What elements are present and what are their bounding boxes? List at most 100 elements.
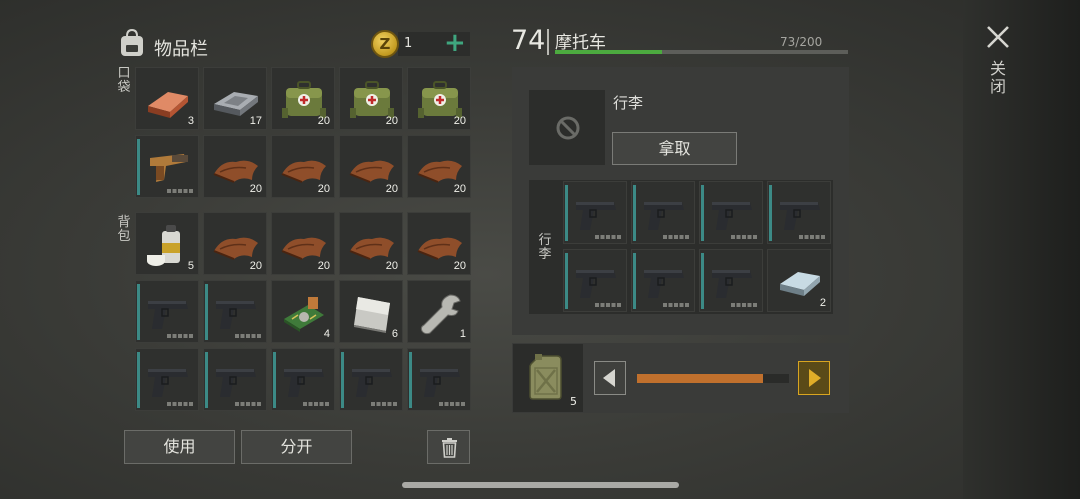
backpack-slot[interactable]: 20 [203,212,267,275]
wrench-icon [420,294,461,335]
iron-ingot-icon [780,272,820,296]
pistol-icon [216,369,256,397]
item-count: 4 [323,328,330,340]
fuel-slider-fill [637,374,764,383]
backpack-slot[interactable] [407,348,471,411]
spray-can-icon [147,225,180,266]
backpack-slot[interactable] [271,348,335,411]
trash-button[interactable] [427,430,470,464]
backpack-slot[interactable]: 20 [339,212,403,275]
pocket-slot[interactable] [135,135,199,198]
empty-slot[interactable] [529,90,605,165]
vehicle-capacity: 73/200 [780,35,823,49]
durability-bar [565,253,568,309]
pocket-slot[interactable]: 20 [339,67,403,130]
trunk-title: 行李 [613,94,644,112]
durability-bar [273,352,276,408]
arrow-left-icon [594,361,626,395]
add-coins-button[interactable]: + [444,30,466,56]
pocket-slot[interactable]: 20 [339,135,403,198]
backpack-slot[interactable] [135,348,199,411]
backpack-slot[interactable] [203,348,267,411]
pocket-slot[interactable]: 20 [203,135,267,198]
pistol-icon [148,369,188,397]
pocket-slot[interactable]: 20 [407,67,471,130]
item-count: 20 [453,115,466,127]
trunk-slot[interactable] [699,249,763,312]
trunk-slot[interactable] [631,181,695,244]
durability-bar [409,352,412,408]
pistol-icon [148,301,188,329]
backpack-slot[interactable]: 5 [135,212,199,275]
right-sidebar [963,0,1080,499]
item-count: 20 [249,183,262,195]
pistol-icon [644,270,684,298]
durability-bar [205,352,208,408]
inventory-title: 物品栏 [154,39,208,60]
capacity-bar [555,50,848,54]
home-indicator [402,482,679,488]
backpack-slot[interactable] [135,280,199,343]
item-count: 20 [385,115,398,127]
fuel-slider[interactable] [637,374,789,383]
close-label[interactable]: 关闭 [988,60,1008,96]
decrease-button[interactable] [594,361,626,395]
item-count: 2 [819,297,826,309]
trunk-slot[interactable] [563,249,627,312]
flare-gun-icon [150,154,188,182]
pistol-icon [712,270,752,298]
backpack-slot[interactable]: 20 [271,212,335,275]
durability-bar [137,284,140,340]
pistol-icon [576,202,616,230]
item-count: 20 [453,183,466,195]
pocket-slot[interactable]: 20 [271,135,335,198]
coin-count: 1 [404,36,413,51]
item-count: 20 [453,260,466,272]
pistol-icon [780,202,820,230]
item-count: 1 [459,328,466,340]
increase-button[interactable] [798,361,830,395]
split-button[interactable]: 分开 [241,430,352,464]
arrow-right-icon [798,361,830,395]
pocket-slot[interactable]: 20 [407,135,471,198]
backpack-slot[interactable] [203,280,267,343]
close-icon[interactable] [985,24,1011,50]
capacity-bar-fill [555,50,662,54]
item-count: 20 [385,260,398,272]
backpack-slot[interactable]: 1 [407,280,471,343]
durability-bar [633,185,636,241]
trunk-slot[interactable] [563,181,627,244]
pistol-icon [576,270,616,298]
item-count: 20 [385,183,398,195]
take-button[interactable]: 拿取 [612,132,737,165]
durability-bar [701,185,704,241]
item-count: 17 [249,115,262,127]
copper-ingot-icon [148,92,188,118]
backpack-slot[interactable] [339,348,403,411]
durability-bar [769,185,772,241]
jerry-can-icon [529,354,562,400]
durability-bar [565,185,568,241]
backpack-slot[interactable]: 4 [271,280,335,343]
pocket-slot[interactable]: 3 [135,67,199,130]
item-count: 20 [317,183,330,195]
trunk-side-label: 行李 [538,233,552,262]
backpack-slot[interactable]: 20 [407,212,471,275]
circuit-board-icon [284,297,324,332]
durability-bar [701,253,704,309]
backpack-label: 背包 [117,215,131,244]
pistol-icon [352,369,392,397]
backpack-slot[interactable]: 6 [339,280,403,343]
trunk-slot[interactable]: 2 [767,249,831,312]
trunk-slot[interactable] [767,181,831,244]
divider [547,29,549,55]
item-count: 20 [249,260,262,272]
use-button[interactable]: 使用 [124,430,235,464]
durability-bar [137,139,140,195]
trunk-slot[interactable] [699,181,763,244]
item-count: 3 [187,115,194,127]
pocket-slot[interactable]: 17 [203,67,267,130]
pocket-slot[interactable]: 20 [271,67,335,130]
trunk-slot[interactable] [631,249,695,312]
metal-sheet-icon [354,297,390,333]
